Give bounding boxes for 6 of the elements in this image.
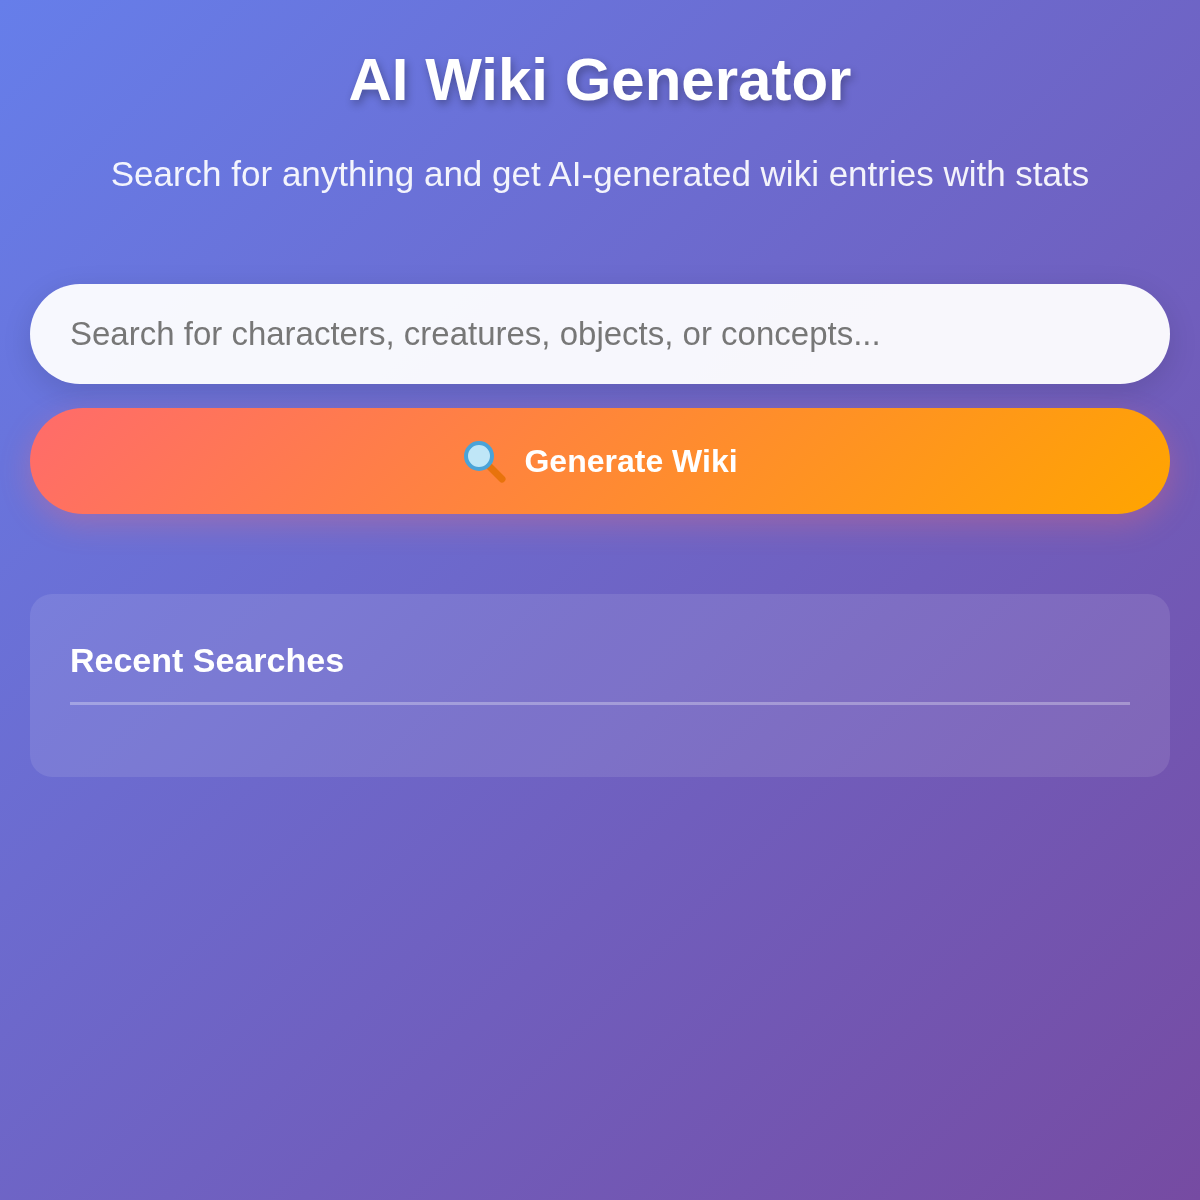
page-title: AI Wiki Generator [348, 45, 852, 115]
search-field[interactable]: Search for characters, creatures, objects, or concepts... [30, 284, 1170, 384]
generate-wiki-button[interactable]: Generate Wiki [30, 408, 1170, 514]
magnifier-icon [462, 439, 507, 483]
subtitle: Search for anything and get AI-generated wiki entries with stats [110, 153, 1090, 195]
recent-searches-heading: Recent Searches [70, 640, 1130, 705]
